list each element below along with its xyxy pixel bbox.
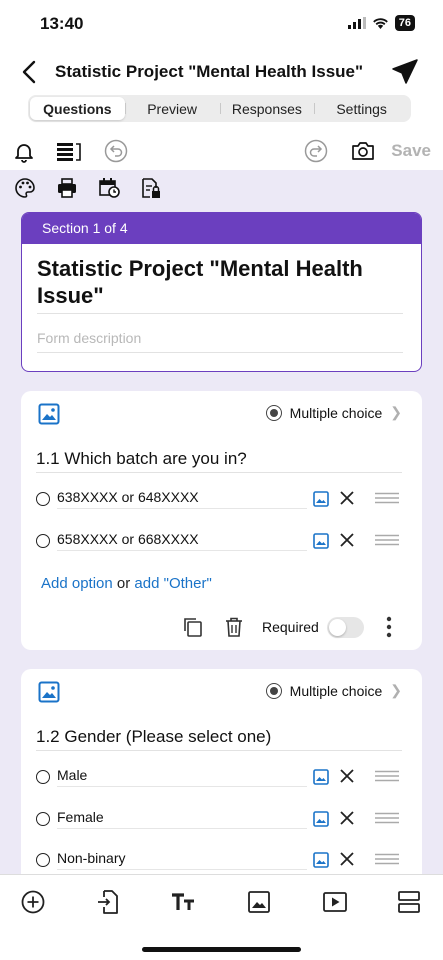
question-title[interactable]: 1.1 Which batch are you in?	[36, 449, 402, 473]
option-label[interactable]: Non-binary	[57, 850, 307, 870]
option-image-icon[interactable]	[313, 769, 329, 785]
section-label: Section 1 of 4	[22, 213, 421, 244]
tab-bar: Questions Preview Responses Settings	[28, 95, 411, 122]
drag-handle-icon[interactable]	[375, 770, 399, 782]
secondary-toolbar	[0, 176, 443, 202]
document-title: Statistic Project "Mental Health Issue"	[55, 62, 364, 81]
option-label[interactable]: 638XXXX or 648XXXX	[57, 489, 307, 509]
bell-icon[interactable]	[12, 140, 36, 164]
image-icon[interactable]	[246, 889, 272, 915]
home-indicator	[142, 947, 301, 952]
option-label[interactable]: Male	[57, 767, 307, 787]
battery-indicator: 76	[394, 15, 415, 31]
radio-icon	[36, 534, 50, 548]
chevron-right-icon: ❯	[390, 682, 402, 698]
image-icon	[38, 403, 60, 425]
lock-document-icon[interactable]	[139, 176, 163, 200]
question-type-label: Multiple choice	[289, 682, 383, 699]
camera-icon[interactable]	[351, 140, 375, 162]
status-bar: 13:40 76	[0, 0, 443, 50]
redo-icon[interactable]	[304, 139, 328, 163]
delete-icon[interactable]	[223, 616, 245, 638]
palette-icon[interactable]	[14, 177, 36, 199]
required-toggle[interactable]	[327, 617, 364, 638]
drag-handle-icon[interactable]	[375, 492, 399, 504]
send-icon	[392, 59, 418, 84]
reorder-icon[interactable]	[56, 140, 82, 164]
option-image-icon[interactable]	[313, 811, 329, 827]
duplicate-icon[interactable]	[182, 616, 204, 638]
drag-handle-icon[interactable]	[375, 534, 399, 546]
tab-responses[interactable]: Responses	[219, 97, 315, 120]
save-button[interactable]: Save	[391, 141, 431, 161]
radio-icon	[36, 492, 50, 506]
send-button[interactable]	[391, 58, 419, 86]
drag-handle-icon[interactable]	[375, 812, 399, 824]
or-text: or	[112, 575, 135, 592]
add-image-button[interactable]	[38, 403, 60, 425]
remove-option-icon[interactable]	[338, 850, 356, 868]
question-title[interactable]: 1.2 Gender (Please select one)	[36, 727, 402, 751]
remove-option-icon[interactable]	[338, 489, 356, 507]
back-chevron-icon	[22, 60, 36, 84]
radio-type-icon	[265, 404, 282, 421]
option-image-icon[interactable]	[313, 852, 329, 868]
tab-settings[interactable]: Settings	[314, 97, 409, 120]
form-canvas: Section 1 of 4 Statistic Project "Mental…	[0, 170, 443, 874]
chevron-right-icon: ❯	[390, 404, 402, 420]
add-question-icon[interactable]	[20, 889, 46, 915]
print-icon[interactable]	[56, 177, 78, 199]
option-row: 658XXXX or 668XXXX	[36, 530, 404, 554]
question-card: Multiple choice ❯ 1.1 Which batch are yo…	[21, 391, 422, 650]
undo-icon[interactable]	[104, 139, 128, 163]
tab-questions[interactable]: Questions	[30, 97, 125, 120]
form-header-card: Section 1 of 4 Statistic Project "Mental…	[21, 212, 422, 372]
more-options-icon[interactable]	[381, 615, 397, 639]
add-other-link[interactable]: add "Other"	[134, 575, 211, 592]
title-text-icon[interactable]	[170, 889, 196, 915]
option-label[interactable]: Female	[57, 809, 307, 829]
option-image-icon[interactable]	[313, 491, 329, 507]
question-type-label: Multiple choice	[289, 404, 383, 421]
question-type-selector[interactable]: Multiple choice ❯	[265, 682, 402, 699]
tab-preview[interactable]: Preview	[124, 97, 220, 120]
form-description-input[interactable]: Form description	[37, 330, 403, 353]
back-button[interactable]	[16, 58, 42, 86]
signal-icon	[347, 17, 366, 29]
radio-icon	[36, 812, 50, 826]
option-row: 638XXXX or 648XXXX	[36, 488, 404, 512]
section-icon[interactable]	[396, 889, 422, 915]
option-row: Non-binary	[36, 849, 404, 873]
remove-option-icon[interactable]	[338, 531, 356, 549]
option-row: Female	[36, 808, 404, 832]
import-questions-icon[interactable]	[95, 889, 121, 915]
title-row: Statistic Project "Mental Health Issue"	[0, 52, 443, 92]
remove-option-icon[interactable]	[338, 767, 356, 785]
question-footer: Required	[21, 615, 422, 641]
question-card: Multiple choice ❯ 1.2 Gender (Please sel…	[21, 669, 422, 874]
status-time: 13:40	[40, 14, 84, 33]
add-option-row: Add option or add "Other"	[41, 575, 212, 592]
status-icons: 76	[347, 15, 415, 31]
required-label: Required	[262, 619, 319, 635]
option-label[interactable]: 658XXXX or 668XXXX	[57, 531, 307, 551]
wifi-icon	[372, 18, 388, 29]
remove-option-icon[interactable]	[338, 809, 356, 827]
video-icon[interactable]	[322, 889, 348, 915]
drag-handle-icon[interactable]	[375, 853, 399, 865]
schedule-icon[interactable]	[97, 176, 121, 200]
option-image-icon[interactable]	[313, 533, 329, 549]
form-title[interactable]: Statistic Project "Mental Health Issue"	[37, 255, 403, 314]
add-option-link[interactable]: Add option	[41, 575, 113, 592]
image-icon	[38, 681, 60, 703]
bottom-toolbar	[0, 874, 443, 960]
radio-type-icon	[265, 682, 282, 699]
radio-icon	[36, 853, 50, 867]
top-toolbar: Save	[0, 134, 443, 170]
option-row: Male	[36, 766, 404, 790]
add-image-button[interactable]	[38, 681, 60, 703]
radio-icon	[36, 770, 50, 784]
question-type-selector[interactable]: Multiple choice ❯	[265, 404, 402, 421]
